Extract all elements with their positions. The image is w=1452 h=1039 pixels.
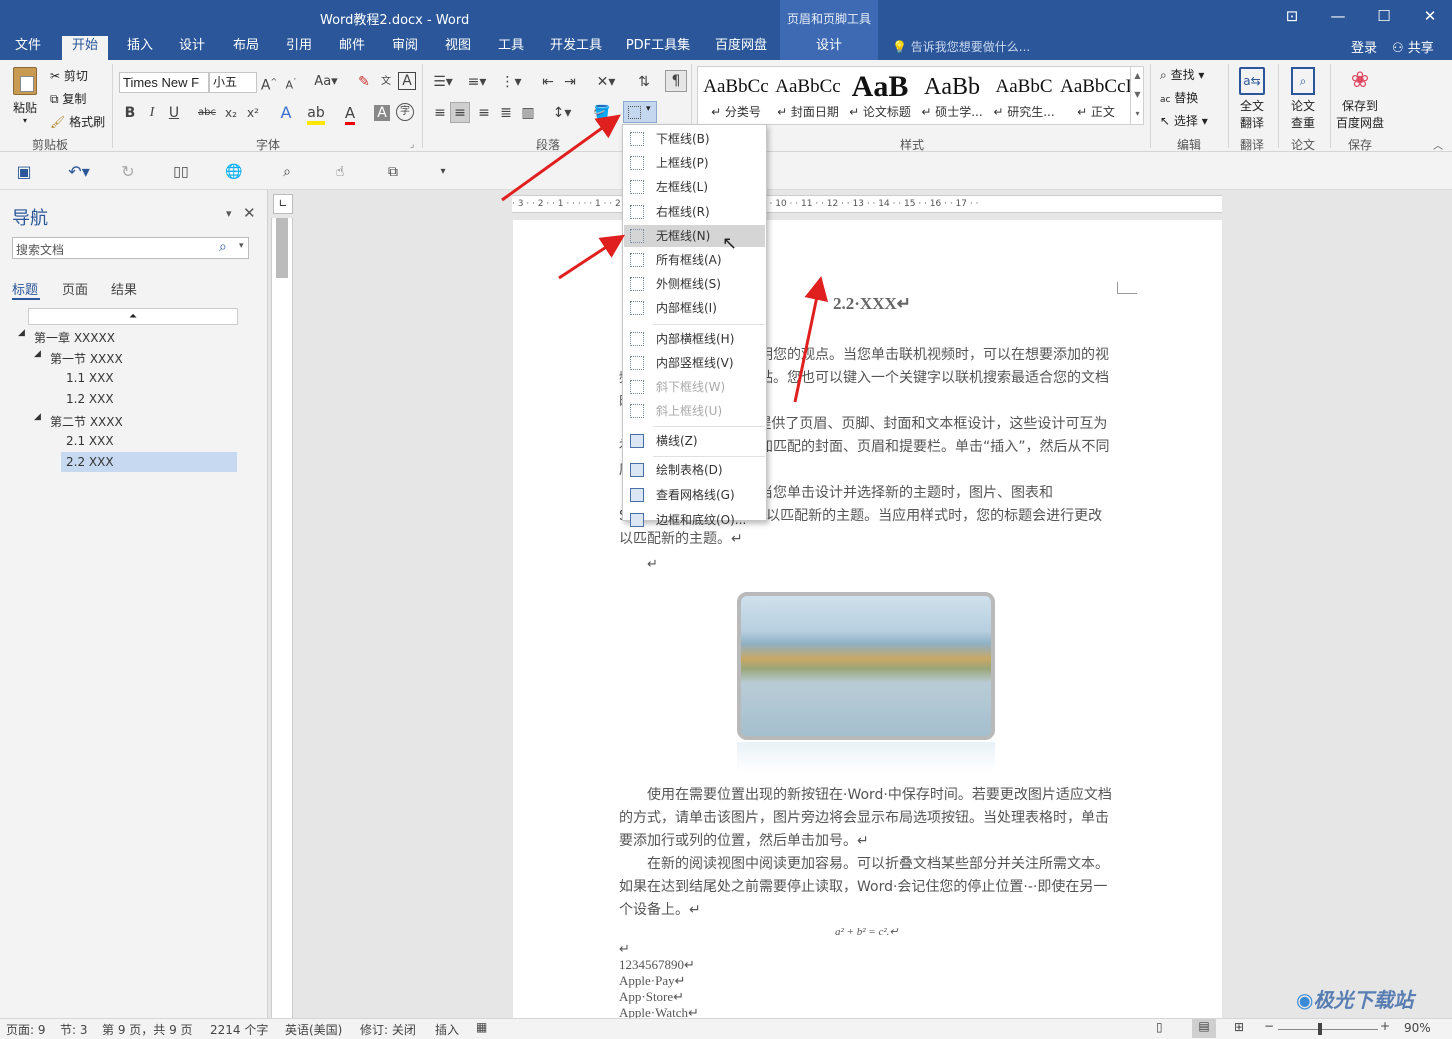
status-words[interactable]: 2214 个字 <box>210 1021 268 1038</box>
zoom-thumb[interactable] <box>1318 1023 1322 1035</box>
status-section[interactable]: 节: 3 <box>60 1021 88 1038</box>
watermark-logo: ◉极光下载站 <box>1296 984 1446 1018</box>
arrow-to-no-border <box>558 234 626 280</box>
status-insert[interactable]: 插入 <box>435 1021 459 1038</box>
zoom-out-icon[interactable]: − <box>1264 1019 1274 1033</box>
status-language[interactable]: 英语(美国) <box>285 1021 342 1038</box>
status-page[interactable]: 页面: 9 <box>6 1021 46 1038</box>
arrow-to-borders-button <box>501 114 621 202</box>
zoom-slider[interactable] <box>1278 1029 1378 1030</box>
print-layout-icon[interactable]: ▤ <box>1192 1019 1216 1038</box>
zoom-level[interactable]: 90% <box>1404 1021 1431 1035</box>
arrow-to-header <box>793 276 829 403</box>
web-layout-icon[interactable]: ⊞ <box>1234 1020 1244 1034</box>
zoom-in-icon[interactable]: + <box>1380 1019 1390 1033</box>
watermark-icon: ◉ <box>1296 988 1314 1012</box>
status-track[interactable]: 修订: 关闭 <box>360 1021 416 1038</box>
status-bar: 页面: 9 节: 3 第 9 页，共 9 页 2214 个字 英语(美国) 修订… <box>0 1018 1452 1039</box>
read-view-icon[interactable]: ▯ <box>1156 1020 1163 1034</box>
annotation-arrows <box>501 114 829 403</box>
macro-icon[interactable]: ▦ <box>476 1020 487 1034</box>
watermark-text: 极光下载站 <box>1313 988 1414 1012</box>
status-pages[interactable]: 第 9 页，共 9 页 <box>102 1021 193 1038</box>
